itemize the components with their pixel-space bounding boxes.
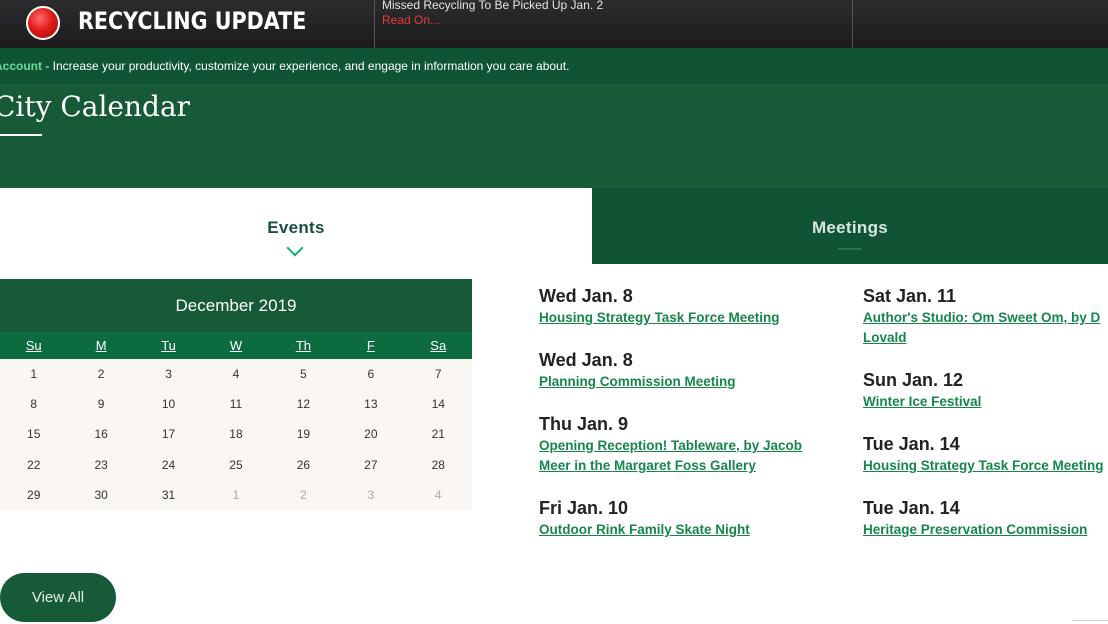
calendar-day-next-month[interactable]: 3 (337, 480, 404, 510)
events-column-left: Wed Jan. 8 Housing Strategy Task Force M… (539, 284, 839, 540)
tab-events-label: Events (267, 218, 325, 237)
alert-divider (374, 0, 375, 48)
event-item: Tue Jan. 14 Housing Strategy Task Force … (863, 432, 1108, 476)
calendar-week: 1 2 3 4 5 6 7 (0, 359, 472, 389)
event-item: Wed Jan. 8 Housing Strategy Task Force M… (539, 284, 839, 328)
calendar-day[interactable]: 28 (405, 450, 472, 480)
divider (1072, 620, 1108, 621)
account-description: - Increase your productivity, customize … (42, 59, 570, 73)
calendar-day[interactable]: 8 (0, 389, 67, 419)
account-link[interactable]: Account (0, 59, 42, 73)
title-underline (0, 134, 42, 136)
calendar-week: 8 9 10 11 12 13 14 (0, 389, 472, 419)
view-all-button[interactable]: View All (0, 573, 116, 622)
tab-underline (838, 248, 862, 250)
calendar-day[interactable]: 29 (0, 480, 67, 510)
calendar-day-next-month[interactable]: 1 (202, 480, 269, 510)
alert-divider (852, 0, 853, 48)
weekday-tuesday[interactable]: Tu (135, 332, 202, 359)
calendar-week: 22 23 24 25 26 27 28 (0, 450, 472, 480)
event-title-link[interactable]: Outdoor Rink Family Skate Night (539, 520, 839, 540)
weekday-wednesday[interactable]: W (202, 332, 269, 359)
calendar-day-next-month[interactable]: 2 (270, 480, 337, 510)
tab-meetings-label: Meetings (811, 218, 889, 237)
alert-title: RECYCLING UPDATE (78, 7, 307, 35)
calendar-day[interactable]: 16 (67, 419, 134, 449)
calendar-day[interactable]: 6 (337, 359, 404, 389)
calendar-day[interactable]: 27 (337, 450, 404, 480)
event-title-link[interactable]: Planning Commission Meeting (539, 372, 839, 392)
calendar-day[interactable]: 5 (270, 359, 337, 389)
calendar-day[interactable]: 21 (405, 419, 472, 449)
calendar-weekdays: Su M Tu W Th F Sa (0, 332, 472, 359)
calendar-day[interactable]: 31 (135, 480, 202, 510)
event-item: Wed Jan. 8 Planning Commission Meeting (539, 348, 839, 392)
calendar-day[interactable]: 22 (0, 450, 67, 480)
event-date: Wed Jan. 8 (539, 286, 633, 306)
calendar-day[interactable]: 18 (202, 419, 269, 449)
alert-bar: RECYCLING UPDATE Missed Recycling To Be … (0, 0, 1108, 49)
alert-record-icon (26, 6, 60, 40)
weekday-sunday[interactable]: Su (0, 332, 67, 359)
calendar-week: 29 30 31 1 2 3 4 (0, 480, 472, 510)
read-on-link[interactable]: Read On... (382, 13, 603, 27)
weekday-thursday[interactable]: Th (270, 332, 337, 359)
calendar-day[interactable]: 20 (337, 419, 404, 449)
weekday-monday[interactable]: M (67, 332, 134, 359)
mini-calendar: December 2019 Su M Tu W Th F Sa 1 2 3 4 … (0, 279, 472, 510)
calendar-day[interactable]: 24 (135, 450, 202, 480)
event-title-link[interactable]: Author's Studio: Om Sweet Om, by D Loval… (863, 308, 1108, 348)
event-date: Tue Jan. 14 (863, 498, 960, 518)
calendar-day[interactable]: 23 (67, 450, 134, 480)
event-date: Sun Jan. 12 (863, 370, 964, 390)
page-title: City Calendar (0, 90, 191, 123)
calendar-day[interactable]: 14 (405, 389, 472, 419)
calendar-day[interactable]: 2 (67, 359, 134, 389)
event-item: Sat Jan. 11 Author's Studio: Om Sweet Om… (863, 284, 1108, 348)
event-item: Thu Jan. 9 Opening Reception! Tableware,… (539, 412, 839, 476)
event-title-link[interactable]: Housing Strategy Task Force Meeting (863, 456, 1108, 476)
alert-news-title: Missed Recycling To Be Picked Up Jan. 2 (382, 0, 604, 12)
calendar-day[interactable]: 17 (135, 419, 202, 449)
calendar-day[interactable]: 9 (67, 389, 134, 419)
calendar-grid: 1 2 3 4 5 6 7 8 9 10 11 12 13 14 15 16 1… (0, 359, 472, 510)
calendar-day[interactable]: 3 (135, 359, 202, 389)
calendar-day[interactable]: 1 (0, 359, 67, 389)
event-item: Tue Jan. 14 Heritage Preservation Commis… (863, 496, 1108, 540)
calendar-month: December 2019 (0, 279, 472, 332)
calendar-day[interactable]: 4 (202, 359, 269, 389)
event-item: Fri Jan. 10 Outdoor Rink Family Skate Ni… (539, 496, 839, 540)
event-date: Tue Jan. 14 (863, 434, 960, 454)
events-column-right: Sat Jan. 11 Author's Studio: Om Sweet Om… (863, 284, 1108, 540)
calendar-day[interactable]: 11 (202, 389, 269, 419)
calendar-day[interactable]: 10 (135, 389, 202, 419)
calendar-day[interactable]: 19 (270, 419, 337, 449)
weekday-friday[interactable]: F (337, 332, 404, 359)
calendar-day[interactable]: 7 (405, 359, 472, 389)
event-date: Wed Jan. 8 (539, 350, 633, 370)
event-title-link[interactable]: Winter Ice Festival (863, 392, 1108, 412)
calendar-day-next-month[interactable]: 4 (405, 480, 472, 510)
event-item: Sun Jan. 12 Winter Ice Festival (863, 368, 1108, 412)
calendar-day[interactable]: 30 (67, 480, 134, 510)
event-date: Sat Jan. 11 (863, 286, 957, 306)
event-date: Fri Jan. 10 (539, 498, 629, 518)
title-band: City Calendar (0, 84, 1108, 188)
calendar-week: 15 16 17 18 19 20 21 (0, 419, 472, 449)
tab-events[interactable]: Events (0, 188, 592, 264)
account-bar: Account - Increase your productivity, cu… (0, 48, 1108, 84)
event-title-link[interactable]: Opening Reception! Tableware, by Jacob M… (539, 436, 831, 476)
event-date: Thu Jan. 9 (539, 414, 629, 434)
calendar-day[interactable]: 12 (270, 389, 337, 419)
calendar-day[interactable]: 13 (337, 389, 404, 419)
weekday-saturday[interactable]: Sa (405, 332, 472, 359)
calendar-day[interactable]: 26 (270, 450, 337, 480)
tab-meetings[interactable]: Meetings (592, 188, 1108, 264)
chevron-down-icon (286, 239, 304, 257)
event-title-link[interactable]: Housing Strategy Task Force Meeting (539, 308, 839, 328)
calendar-day[interactable]: 15 (0, 419, 67, 449)
event-title-link[interactable]: Heritage Preservation Commission (863, 520, 1108, 540)
alert-news: Missed Recycling To Be Picked Up Jan. 2 … (382, 0, 603, 27)
calendar-day[interactable]: 25 (202, 450, 269, 480)
